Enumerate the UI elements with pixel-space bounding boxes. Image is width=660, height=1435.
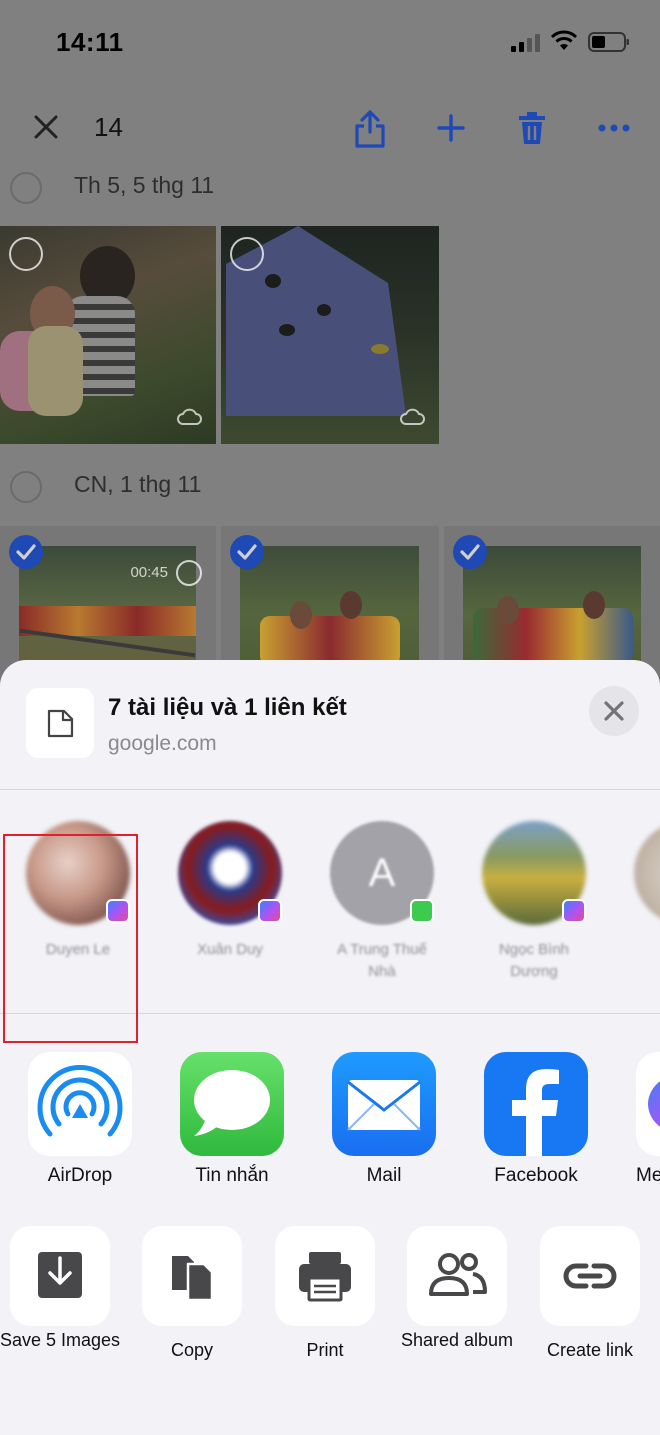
play-icon (176, 560, 202, 586)
messenger-icon (636, 1052, 660, 1156)
app-facebook[interactable]: Facebook (484, 1052, 588, 1186)
add-icon[interactable] (437, 114, 465, 142)
print-button[interactable]: Print (275, 1226, 375, 1360)
app-messages[interactable]: Tin nhắn (180, 1052, 284, 1186)
status-time: 14:11 (56, 27, 124, 57)
app-mail[interactable]: Mail (332, 1052, 436, 1186)
action-label: Print (306, 1340, 344, 1360)
photo-selected-check[interactable] (230, 535, 264, 569)
checkmark-icon (460, 544, 480, 560)
select-photo-checkbox[interactable] (9, 237, 43, 271)
share-title: 7 tài liệu và 1 liên kết (108, 694, 347, 721)
cloud-icon (400, 408, 425, 425)
photo-selected-check[interactable] (9, 535, 43, 569)
facebook-icon (484, 1052, 588, 1156)
copy-icon (142, 1226, 242, 1326)
link-icon (540, 1226, 640, 1326)
close-button[interactable] (589, 686, 639, 736)
select-day-checkbox[interactable] (10, 172, 42, 204)
save-icon (10, 1226, 110, 1326)
messages-badge-icon (410, 899, 434, 923)
wifi-icon (550, 30, 578, 50)
divider (0, 789, 660, 790)
checkmark-icon (16, 544, 36, 560)
messenger-badge-icon (562, 899, 586, 923)
person-name: Duyen Le (45, 941, 111, 958)
share-sheet-header: 7 tài liệu và 1 liên kết google.com (0, 660, 660, 790)
action-label: Shared album (400, 1330, 514, 1350)
create-link-button[interactable]: Create link (540, 1226, 640, 1360)
close-icon[interactable] (34, 115, 58, 139)
selection-toolbar: 14 (0, 80, 660, 175)
apps-row: AirDrop Tin nhắn Mail Facebook Me (0, 1014, 660, 1194)
save-images-button[interactable]: Save 5 Images (0, 1226, 120, 1350)
cloud-icon (177, 408, 202, 425)
photo-thumbnail[interactable] (0, 226, 216, 444)
messenger-badge-icon (106, 899, 130, 923)
battery-icon (588, 32, 629, 52)
share-icon[interactable] (354, 110, 386, 148)
app-label: Me (636, 1165, 660, 1186)
date-label: CN, 1 thg 11 (74, 471, 202, 497)
person-name: Xuân Duy (197, 941, 263, 958)
photo-selected-check[interactable] (453, 535, 487, 569)
messenger-badge-icon (258, 899, 282, 923)
photos-background: 14:11 14 Th 5, 5 thg 11 CN, 1 thg 11 00:… (0, 0, 660, 700)
close-icon (604, 701, 624, 721)
share-subtitle: google.com (108, 732, 217, 755)
copy-button[interactable]: Copy (142, 1226, 242, 1360)
checkmark-icon (237, 544, 257, 560)
document-thumbnail (26, 688, 94, 758)
action-label: Save 5 Images (0, 1330, 121, 1350)
document-icon (47, 709, 74, 738)
action-label: Copy (170, 1340, 214, 1360)
date-header: Th 5, 5 thg 11 (0, 170, 660, 210)
more-options-icon[interactable] (598, 124, 630, 132)
cellular-signal-icon (511, 34, 540, 52)
people-suggestions-row: Duyen Le Xuân Duy A A Trung Thuế Nhà Ngọ… (0, 791, 660, 1013)
actions-row: Save 5 Images Copy Print Shared album Cr… (0, 1194, 660, 1435)
app-label: Mail (366, 1165, 402, 1186)
selected-count: 14 (94, 112, 123, 142)
action-label: Create link (546, 1340, 634, 1360)
app-airdrop[interactable]: AirDrop (28, 1052, 132, 1186)
avatar-initial: A (368, 850, 396, 895)
mail-icon (332, 1052, 436, 1156)
airdrop-icon (28, 1052, 132, 1156)
person-name: A Trung Thuế Nhà (337, 941, 427, 980)
app-label: AirDrop (47, 1165, 113, 1186)
select-day-checkbox[interactable] (10, 471, 42, 503)
app-messenger[interactable]: Me (636, 1052, 660, 1186)
shared-album-icon (407, 1226, 507, 1326)
date-header: CN, 1 thg 11 (0, 469, 660, 509)
select-photo-checkbox[interactable] (230, 237, 264, 271)
app-label: Tin nhắn (195, 1165, 269, 1186)
shared-album-button[interactable]: Shared album (401, 1226, 513, 1350)
messages-icon (180, 1052, 284, 1156)
date-label: Th 5, 5 thg 11 (74, 172, 215, 198)
trash-icon[interactable] (518, 111, 546, 145)
video-duration: 00:45 (130, 564, 168, 581)
avatar (634, 821, 660, 925)
photo-thumbnail[interactable] (221, 226, 439, 444)
app-label: Facebook (494, 1165, 578, 1186)
printer-icon (275, 1226, 375, 1326)
status-bar: 14:11 (0, 0, 660, 80)
person-name: Ngọc Bình Dương (498, 941, 570, 980)
share-sheet: 7 tài liệu và 1 liên kết google.com Duye… (0, 660, 660, 1435)
